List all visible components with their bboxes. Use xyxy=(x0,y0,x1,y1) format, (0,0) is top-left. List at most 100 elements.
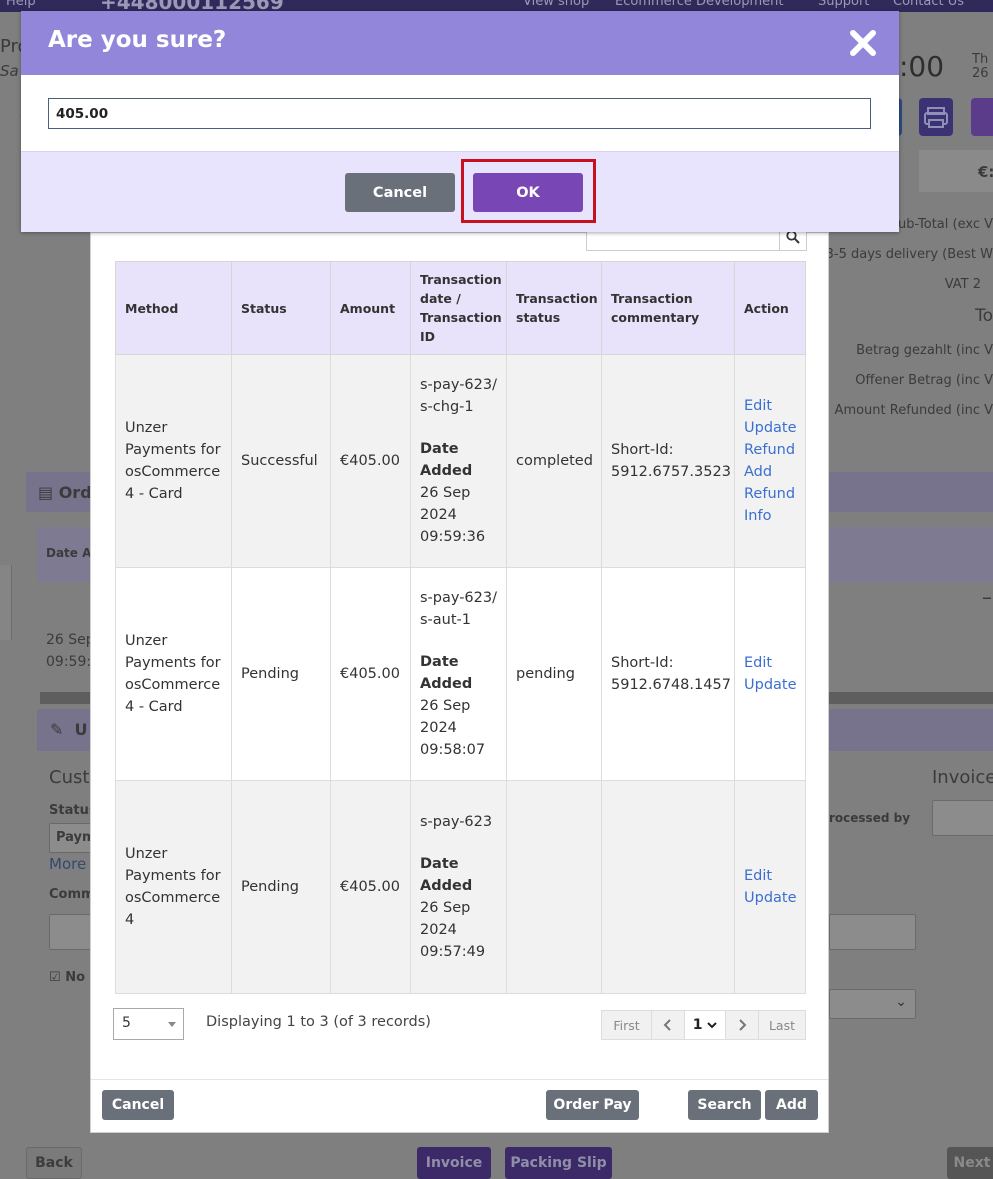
clock-fragment: :00 xyxy=(899,50,945,83)
printer-icon xyxy=(924,107,948,128)
pagination-row: 5 Displaying 1 to 3 (of 3 records) First… xyxy=(113,1008,806,1040)
transaction-date-cell: s-pay-623/s-aut-1 Date Added 26 Sep 2024… xyxy=(410,567,507,781)
confirm-cancel-button[interactable]: Cancel xyxy=(345,173,455,212)
update-link[interactable]: Update xyxy=(744,417,797,439)
order-pay-button[interactable]: Order Pay xyxy=(546,1090,639,1120)
commentary-cell: Short-Id: 5912.6757.3523 xyxy=(601,354,735,568)
date-added-label: Date Added xyxy=(420,856,473,894)
notify-checkbox[interactable]: ☑ No xyxy=(49,970,85,985)
col-method[interactable]: Method xyxy=(115,261,232,355)
comment-textarea-right[interactable] xyxy=(829,914,916,950)
col-amount[interactable]: Amount xyxy=(330,261,411,355)
view-shop-link[interactable]: View shop xyxy=(523,0,589,9)
status-cell: Successful xyxy=(231,354,331,568)
records-display-text: Displaying 1 to 3 (of 3 records) xyxy=(206,1014,431,1030)
col-transaction-status[interactable]: Transaction status xyxy=(506,261,602,355)
table-row: Unzer Payments for osCommerce 4 - Card P… xyxy=(115,567,806,781)
update-link[interactable]: Update xyxy=(744,674,797,696)
support-link[interactable]: Support xyxy=(818,0,869,9)
close-button[interactable] xyxy=(847,27,879,59)
invoice-input[interactable] xyxy=(932,800,993,836)
col-transaction-date-id[interactable]: Transaction date / Transaction ID xyxy=(410,261,507,355)
table-row: Unzer Payments for osCommerce 4 - Card S… xyxy=(115,354,806,568)
col-transaction-commentary[interactable]: Transaction commentary xyxy=(601,261,735,355)
add-refund-info-link-add[interactable]: Add xyxy=(744,461,796,483)
method-cell: Unzer Payments for osCommerce 4 xyxy=(115,780,232,994)
search-button[interactable]: Search xyxy=(688,1090,761,1120)
first-page-button[interactable]: First xyxy=(601,1010,652,1040)
refund-link[interactable]: Refund xyxy=(744,439,796,461)
transaction-id: s-pay-623/s-aut-1 xyxy=(420,590,497,628)
document-icon: ▤ xyxy=(38,483,54,502)
table-row: Unzer Payments for osCommerce 4 Pending … xyxy=(115,780,806,994)
bg-dash: – xyxy=(982,585,992,609)
chevron-down-icon xyxy=(707,1022,718,1029)
update-link[interactable]: Update xyxy=(744,887,797,909)
amount-input[interactable] xyxy=(48,98,871,129)
amount-cell: €405.00 xyxy=(330,354,411,568)
more-link[interactable]: More xyxy=(49,855,86,873)
transaction-id: s-pay-623 xyxy=(420,814,493,830)
next-page-button[interactable] xyxy=(725,1010,759,1040)
table-header-row: Method Status Amount Transaction date / … xyxy=(115,261,806,355)
close-icon xyxy=(850,30,876,56)
print-button[interactable] xyxy=(919,98,953,136)
method-cell: Unzer Payments for osCommerce 4 - Card xyxy=(115,567,232,781)
modal-cancel-button[interactable]: Cancel xyxy=(102,1090,174,1120)
date-num-fragment: 26 xyxy=(972,66,989,81)
add-refund-info-link-refund[interactable]: Refund xyxy=(744,483,796,505)
col-status[interactable]: Status xyxy=(231,261,331,355)
chevron-down-icon: ⌄ xyxy=(895,994,907,1010)
invoice-fragment: Invoice xyxy=(932,767,993,788)
search-icon xyxy=(786,230,800,244)
transaction-date: 26 Sep 2024 09:59:36 xyxy=(420,485,486,545)
edit-link[interactable]: Edit xyxy=(744,395,796,417)
vat-label: VAT 2 xyxy=(944,277,981,292)
prev-page-button[interactable] xyxy=(651,1010,685,1040)
method-cell: Unzer Payments for osCommerce 4 - Card xyxy=(115,354,232,568)
transaction-date: 26 Sep 2024 09:58:07 xyxy=(420,698,486,758)
bg-action-button[interactable] xyxy=(971,98,993,136)
transaction-status-cell: pending xyxy=(506,567,602,781)
pencil-icon: ✎ xyxy=(50,720,64,739)
next-button[interactable]: Next xyxy=(947,1147,993,1179)
edit-link[interactable]: Edit xyxy=(744,865,796,887)
packing-slip-button[interactable]: Packing Slip xyxy=(505,1147,612,1179)
action-cell: Edit Update xyxy=(734,567,806,781)
contact-link[interactable]: Contact Us xyxy=(893,0,964,9)
back-button[interactable]: Back xyxy=(26,1147,82,1179)
chevron-left-icon xyxy=(663,1019,671,1031)
edit-link[interactable]: Edit xyxy=(744,652,796,674)
date-added-label: Date Added xyxy=(420,441,473,479)
per-page-select[interactable]: 5 xyxy=(113,1008,184,1040)
amount-cell: €405.00 xyxy=(330,780,411,994)
last-page-button[interactable]: Last xyxy=(758,1010,806,1040)
order-history-title: ▤ Ord xyxy=(38,483,92,502)
processed-select[interactable]: ⌄ xyxy=(829,989,916,1019)
transaction-id: s-pay-623/s-chg-1 xyxy=(420,377,497,415)
ecommerce-link[interactable]: Ecommerce Development xyxy=(615,0,784,9)
open-amount-label: Offener Betrag (inc V xyxy=(855,373,993,388)
checkbox-checked-icon: ☑ xyxy=(49,970,61,985)
processed-by-fragment: rocessed by xyxy=(829,811,911,825)
help-link[interactable]: Help xyxy=(6,0,36,9)
history-time: 09:59: xyxy=(46,654,92,670)
ok-button[interactable]: OK xyxy=(473,173,583,212)
add-button[interactable]: Add xyxy=(765,1090,818,1120)
confirm-dialog: Are you sure? Cancel OK xyxy=(21,11,899,232)
page-select[interactable]: 1 xyxy=(684,1010,726,1040)
invoice-button[interactable]: Invoice xyxy=(417,1147,491,1179)
status-cell: Pending xyxy=(231,567,331,781)
date-day-fragment: Th xyxy=(972,52,989,67)
transaction-date: 26 Sep 2024 09:57:49 xyxy=(420,900,486,960)
add-refund-info-link-info[interactable]: Info xyxy=(744,505,796,527)
action-cell: Edit Update xyxy=(734,780,806,994)
total-label: To xyxy=(975,306,993,326)
confirm-dialog-header: Are you sure? xyxy=(21,11,899,75)
subtitle-fragment: Sa xyxy=(0,62,19,80)
side-tab[interactable] xyxy=(0,565,12,640)
subtotal-label: ub-Total (exc V xyxy=(898,217,993,232)
modal-footer-divider xyxy=(91,1079,828,1080)
commentary-cell: Short-Id: 5912.6748.1457 xyxy=(601,567,735,781)
confirm-dialog-footer: Cancel OK xyxy=(21,151,899,232)
